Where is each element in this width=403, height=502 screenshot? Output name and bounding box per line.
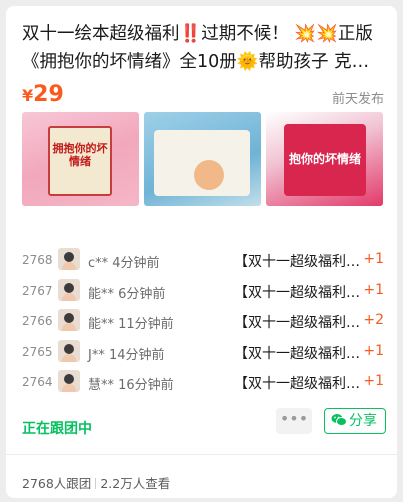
order-item: 【双十一超级福利… [234, 284, 360, 301]
buyer-and-time: c** 4分钟前 [88, 256, 160, 271]
more-button[interactable]: ••• [276, 408, 312, 434]
share-button[interactable]: 分享 [324, 408, 386, 434]
product-images: 拥抱你的坏情绪 抱你的坏情绪 [22, 112, 384, 206]
child-illustration [194, 160, 224, 190]
order-row[interactable]: 2767 能** 6分钟前 【双十一超级福利… +1 [22, 278, 384, 310]
order-quantity: +1 [363, 251, 384, 267]
buyer-and-time: 能** 6分钟前 [88, 286, 166, 302]
stats-footer: 2768人跟团 2.2万人查看 [22, 473, 170, 492]
post-title[interactable]: 双十一绘本超级福利‼️过期不候！ 💥💥正版《拥抱你的坏情绪》全10册🌞帮助孩子 … [22, 20, 384, 76]
share-label: 分享 [349, 413, 377, 429]
order-quantity: +1 [363, 373, 384, 389]
book-cover-illustration: 拥抱你的坏情绪 [48, 126, 112, 196]
order-item: 【双十一超级福利… [234, 345, 360, 362]
order-item: 【双十一超级福利… [234, 315, 360, 331]
avatar [58, 278, 80, 301]
joined-count: 2768人跟团 [22, 476, 92, 491]
order-quantity: +1 [363, 281, 384, 298]
box-set-title: 抱你的坏情绪 [288, 152, 361, 166]
book-page-illustration [154, 130, 250, 196]
order-row[interactable]: 2764 慧** 16分钟前 【双十一超级福利… +1 [22, 370, 384, 401]
separator [95, 478, 97, 489]
buyer-and-time: 能** 11分钟前 [88, 317, 174, 332]
buyer-and-time: 慧** 16分钟前 [88, 378, 174, 393]
price-value: 29 [33, 82, 64, 107]
order-number: 2768 [22, 253, 53, 267]
price: ¥29 [22, 82, 64, 107]
avatar [58, 339, 80, 362]
order-quantity: +2 [363, 312, 384, 328]
wechat-icon [331, 414, 347, 426]
avatar [58, 248, 80, 270]
product-image-3[interactable]: 抱你的坏情绪 [266, 112, 383, 206]
order-number: 2764 [22, 375, 53, 389]
avatar [58, 370, 80, 392]
order-number: 2765 [22, 344, 53, 359]
price-row: ¥29 前天发布 [22, 82, 384, 112]
order-quantity: +1 [363, 342, 384, 359]
book-cover-title: 拥抱你的坏情绪 [52, 142, 108, 168]
order-number: 2767 [22, 283, 53, 298]
order-list: 2768 c** 4分钟前 【双十一超级福利… +1 2767 能** 6分钟前… [22, 248, 384, 401]
group-buy-card[interactable]: 双十一绘本超级福利‼️过期不候！ 💥💥正版《拥抱你的坏情绪》全10册🌞帮助孩子 … [6, 6, 397, 498]
view-count: 2.2万人查看 [100, 476, 171, 491]
group-status: 正在跟团中 [22, 421, 92, 437]
product-image-2[interactable] [144, 112, 261, 206]
order-row[interactable]: 2766 能** 11分钟前 【双十一超级福利… +2 [22, 309, 384, 340]
avatar [58, 309, 80, 331]
posted-time: 前天发布 [331, 92, 384, 107]
buyer-and-time: J** 14分钟前 [88, 347, 165, 363]
box-set-illustration: 抱你的坏情绪 [284, 124, 366, 196]
order-item: 【双十一超级福利… [234, 376, 360, 392]
order-row[interactable]: 2765 J** 14分钟前 【双十一超级福利… +1 [22, 339, 384, 371]
currency-symbol: ¥ [22, 86, 34, 105]
product-image-1[interactable]: 拥抱你的坏情绪 [22, 112, 139, 206]
order-number: 2766 [22, 314, 53, 328]
order-item: 【双十一超级福利… [234, 254, 360, 270]
divider [6, 454, 397, 455]
order-row[interactable]: 2768 c** 4分钟前 【双十一超级福利… +1 [22, 248, 384, 279]
